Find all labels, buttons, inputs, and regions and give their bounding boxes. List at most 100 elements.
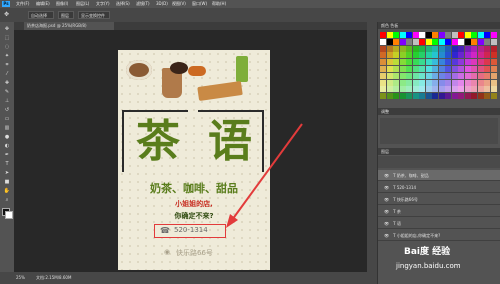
move-icon[interactable]: ✥ <box>3 26 11 33</box>
color-swatch[interactable] <box>438 52 445 59</box>
color-swatch[interactable] <box>451 72 458 79</box>
color-swatch[interactable] <box>484 79 490 86</box>
dodge-icon[interactable]: ◐ <box>3 143 11 150</box>
type-icon[interactable]: T <box>3 161 11 168</box>
layer-row[interactable]: 👁 T 520-1314 <box>378 182 500 193</box>
eyedropper-icon[interactable]: ⁄ <box>3 71 11 78</box>
color-swatch[interactable] <box>464 93 471 100</box>
color-swatch[interactable] <box>406 32 412 38</box>
color-swatch[interactable] <box>464 66 471 72</box>
color-swatch[interactable] <box>386 79 393 86</box>
color-swatch[interactable] <box>386 93 393 100</box>
color-swatch[interactable] <box>386 45 393 52</box>
color-swatch[interactable] <box>406 79 412 86</box>
marquee-icon[interactable]: ⬚ <box>3 35 11 42</box>
move-tool-icon[interactable]: ✥ <box>4 11 12 19</box>
color-swatch[interactable] <box>471 32 477 38</box>
color-swatch[interactable] <box>445 66 451 72</box>
color-swatch[interactable] <box>425 45 432 52</box>
color-swatch[interactable] <box>471 59 477 66</box>
color-swatch[interactable] <box>432 66 438 72</box>
color-swatch[interactable] <box>477 59 484 66</box>
swatches-grid[interactable] <box>380 32 498 104</box>
color-swatch[interactable] <box>464 59 471 66</box>
color-swatch[interactable] <box>458 38 464 45</box>
color-swatch[interactable] <box>451 52 458 59</box>
color-swatch[interactable] <box>471 66 477 72</box>
color-swatch[interactable] <box>484 38 490 45</box>
menu-3d[interactable]: 3D(D) <box>156 0 168 8</box>
color-swatch[interactable] <box>380 32 386 38</box>
pen-icon[interactable]: ✒ <box>3 152 11 159</box>
color-swatch[interactable] <box>406 59 412 66</box>
color-swatch[interactable] <box>438 38 445 45</box>
color-swatch[interactable] <box>451 86 458 93</box>
path-select-icon[interactable]: ➤ <box>3 170 11 177</box>
color-swatch[interactable] <box>419 79 425 86</box>
color-swatch[interactable] <box>477 45 484 52</box>
color-panel-header[interactable]: 颜色 色板 <box>378 22 500 29</box>
color-swatch[interactable] <box>412 32 419 38</box>
color-swatch[interactable] <box>445 45 451 52</box>
color-swatch[interactable] <box>412 52 419 59</box>
layer-row[interactable]: 👁 T 快乐路66号 <box>378 194 500 205</box>
layers-filter-bar[interactable] <box>378 156 500 168</box>
color-swatch[interactable] <box>386 52 393 59</box>
document-tab[interactable]: 奶茶店海报.psd @ 25%(RGB/8) <box>24 22 114 30</box>
color-swatch[interactable] <box>438 45 445 52</box>
color-swatch[interactable] <box>393 32 399 38</box>
eye-icon[interactable]: 👁 <box>378 209 389 214</box>
layer-row[interactable]: 👁 T 奶茶、咖啡、甜品 <box>378 170 500 181</box>
color-swatch[interactable] <box>432 72 438 79</box>
color-swatch[interactable] <box>477 79 484 86</box>
color-swatch[interactable] <box>419 66 425 72</box>
color-swatch[interactable] <box>477 52 484 59</box>
color-swatch[interactable] <box>464 45 471 52</box>
color-swatch[interactable] <box>471 93 477 100</box>
color-swatch[interactable] <box>458 72 464 79</box>
color-swatch[interactable] <box>484 52 490 59</box>
lasso-icon[interactable]: ◌ <box>3 44 11 51</box>
menu-help[interactable]: 帮助(H) <box>212 0 226 8</box>
color-swatch[interactable] <box>464 52 471 59</box>
color-swatch[interactable] <box>438 79 445 86</box>
color-swatch[interactable] <box>419 93 425 100</box>
color-swatch[interactable] <box>464 38 471 45</box>
color-swatch[interactable] <box>458 93 464 100</box>
eye-icon[interactable]: 👁 <box>378 185 389 190</box>
shape-icon[interactable]: ■ <box>3 179 11 186</box>
eye-icon[interactable]: 👁 <box>378 173 389 178</box>
color-swatch[interactable] <box>477 86 484 93</box>
color-swatch[interactable] <box>445 59 451 66</box>
color-swatch[interactable] <box>399 38 406 45</box>
color-swatch[interactable] <box>458 52 464 59</box>
color-swatch[interactable] <box>380 52 386 59</box>
color-swatch[interactable] <box>471 38 477 45</box>
color-swatch[interactable] <box>477 32 484 38</box>
color-swatch[interactable] <box>380 45 386 52</box>
color-swatch[interactable] <box>432 32 438 38</box>
menu-filter[interactable]: 滤镜(T) <box>136 0 150 8</box>
adjustments-panel[interactable] <box>380 118 498 144</box>
eraser-icon[interactable]: ▭ <box>3 116 11 123</box>
color-swatch[interactable] <box>451 45 458 52</box>
color-swatch[interactable] <box>425 32 432 38</box>
color-swatch[interactable] <box>419 59 425 66</box>
color-swatch[interactable] <box>438 59 445 66</box>
color-swatch[interactable] <box>451 93 458 100</box>
color-swatch[interactable] <box>393 86 399 93</box>
layer-row[interactable]: 👁 T 茶 <box>378 206 500 217</box>
menu-select[interactable]: 选择(S) <box>116 0 130 8</box>
color-swatch[interactable] <box>425 79 432 86</box>
eye-icon[interactable]: 👁 <box>378 233 389 238</box>
color-swatch[interactable] <box>412 38 419 45</box>
color-swatch[interactable] <box>399 32 406 38</box>
color-swatch[interactable] <box>432 38 438 45</box>
color-swatch[interactable] <box>425 93 432 100</box>
color-swatch[interactable] <box>412 59 419 66</box>
color-swatch[interactable] <box>419 86 425 93</box>
menu-type[interactable]: 文字(Y) <box>96 0 110 8</box>
color-swatch[interactable] <box>386 86 393 93</box>
color-swatch[interactable] <box>445 72 451 79</box>
color-swatch[interactable] <box>471 45 477 52</box>
